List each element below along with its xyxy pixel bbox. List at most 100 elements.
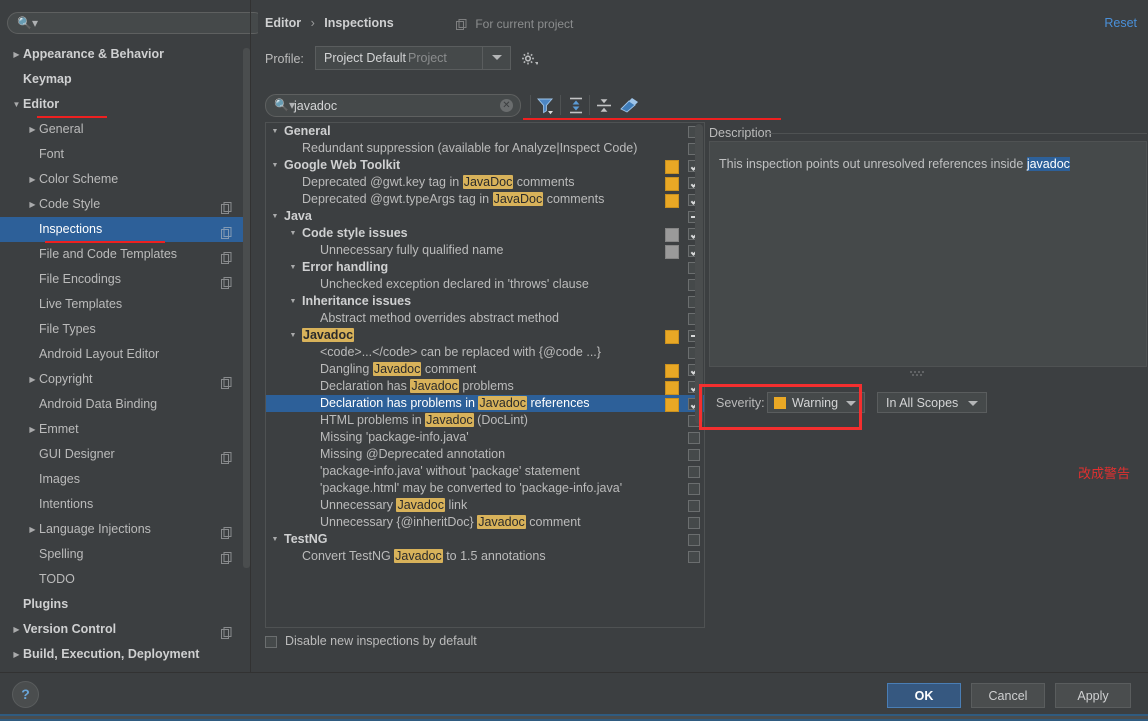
sidebar-item-language-injections[interactable]: ▶Language Injections bbox=[0, 517, 250, 542]
chevron-right-icon[interactable]: ▶ bbox=[26, 367, 39, 392]
inspection-row[interactable]: Unnecessary {@inheritDoc} Javadoc commen… bbox=[266, 514, 704, 531]
sidebar-item-todo[interactable]: TODO bbox=[0, 567, 250, 592]
sidebar-item-font[interactable]: Font bbox=[0, 142, 250, 167]
sidebar-item-file-types[interactable]: File Types bbox=[0, 317, 250, 342]
copy-settings-icon[interactable] bbox=[221, 223, 232, 235]
inspection-row[interactable]: Missing @Deprecated annotation bbox=[266, 446, 704, 463]
sidebar-item-version-control[interactable]: ▶Version Control bbox=[0, 617, 250, 642]
inspection-row[interactable]: Unchecked exception declared in 'throws'… bbox=[266, 276, 704, 293]
copy-settings-icon[interactable] bbox=[221, 248, 232, 260]
chevron-right-icon[interactable]: ▶ bbox=[26, 117, 39, 142]
inspection-row[interactable]: Convert TestNG Javadoc to 1.5 annotation… bbox=[266, 548, 704, 565]
help-button[interactable]: ? bbox=[12, 681, 39, 708]
cancel-button[interactable]: Cancel bbox=[971, 683, 1045, 708]
inspection-row[interactable]: Redundant suppression (available for Ana… bbox=[266, 140, 704, 157]
disable-new-inspections-checkbox[interactable]: Disable new inspections by default bbox=[265, 634, 477, 648]
sidebar-item-images[interactable]: Images bbox=[0, 467, 250, 492]
chevron-right-icon[interactable]: ▶ bbox=[26, 192, 39, 217]
chevron-right-icon[interactable]: ▶ bbox=[26, 167, 39, 192]
copy-settings-icon[interactable] bbox=[221, 448, 232, 460]
inspection-row[interactable]: Deprecated @gwt.typeArgs tag in JavaDoc … bbox=[266, 191, 704, 208]
inspection-enabled-checkbox[interactable] bbox=[688, 500, 700, 512]
inspection-tree[interactable]: ▼GeneralRedundant suppression (available… bbox=[265, 122, 705, 628]
sidebar-item-spelling[interactable]: Spelling bbox=[0, 542, 250, 567]
inspection-row[interactable]: 'package-info.java' without 'package' st… bbox=[266, 463, 704, 480]
tree-scrollbar[interactable] bbox=[695, 124, 703, 424]
sidebar-item-build-execution-deployment[interactable]: ▶Build, Execution, Deployment bbox=[0, 642, 250, 664]
inspection-group-row[interactable]: ▼General bbox=[266, 123, 704, 140]
clear-search-icon[interactable]: ✕ bbox=[500, 99, 513, 112]
chevron-down-icon[interactable]: ▼ bbox=[288, 327, 298, 344]
sidebar-item-gui-designer[interactable]: GUI Designer bbox=[0, 442, 250, 467]
chevron-right-icon[interactable]: ▶ bbox=[26, 417, 39, 442]
reset-filter-icon[interactable] bbox=[618, 95, 640, 116]
copy-settings-icon[interactable] bbox=[221, 548, 232, 560]
inspection-enabled-checkbox[interactable] bbox=[688, 517, 700, 529]
inspection-group-row[interactable]: ▼TestNG bbox=[266, 531, 704, 548]
chevron-down-icon[interactable]: ▼ bbox=[270, 208, 280, 225]
sidebar-item-general[interactable]: ▶General bbox=[0, 117, 250, 142]
copy-settings-icon[interactable] bbox=[221, 273, 232, 285]
inspection-row[interactable]: Deprecated @gwt.key tag in JavaDoc comme… bbox=[266, 174, 704, 191]
inspection-enabled-checkbox[interactable] bbox=[688, 551, 700, 563]
sidebar-item-live-templates[interactable]: Live Templates bbox=[0, 292, 250, 317]
chevron-down-icon[interactable]: ▼ bbox=[10, 92, 23, 117]
inspection-enabled-checkbox[interactable] bbox=[688, 466, 700, 478]
chevron-right-icon[interactable]: ▶ bbox=[10, 42, 23, 67]
inspection-row[interactable]: <code>...</code> can be replaced with {@… bbox=[266, 344, 704, 361]
apply-button[interactable]: Apply bbox=[1055, 683, 1131, 708]
chevron-down-icon[interactable] bbox=[968, 401, 978, 406]
inspection-row[interactable]: Unnecessary fully qualified name bbox=[266, 242, 704, 259]
sidebar-item-intentions[interactable]: Intentions bbox=[0, 492, 250, 517]
collapse-all-icon[interactable] bbox=[593, 95, 615, 116]
sidebar-item-editor[interactable]: ▼Editor bbox=[0, 92, 250, 117]
ok-button[interactable]: OK bbox=[887, 683, 961, 708]
sidebar-item-code-style[interactable]: ▶Code Style bbox=[0, 192, 250, 217]
chevron-down-icon[interactable] bbox=[492, 55, 502, 60]
inspection-enabled-checkbox[interactable] bbox=[688, 432, 700, 444]
chevron-down-icon[interactable]: ▼ bbox=[270, 531, 280, 548]
scope-combobox[interactable]: In All Scopes bbox=[877, 392, 987, 413]
inspection-group-row[interactable]: ▼Code style issues bbox=[266, 225, 704, 242]
sidebar-item-android-layout-editor[interactable]: Android Layout Editor bbox=[0, 342, 250, 367]
sidebar-scrollbar[interactable] bbox=[243, 48, 250, 568]
inspection-row[interactable]: 'package.html' may be converted to 'pack… bbox=[266, 480, 704, 497]
chevron-right-icon[interactable]: ▶ bbox=[26, 517, 39, 542]
chevron-right-icon[interactable]: ▶ bbox=[10, 642, 23, 664]
inspection-row[interactable]: Declaration has Javadoc problems bbox=[266, 378, 704, 395]
chevron-down-icon[interactable]: ▼ bbox=[288, 225, 298, 242]
inspection-group-row[interactable]: ▼Google Web Toolkit bbox=[266, 157, 704, 174]
inspection-enabled-checkbox[interactable] bbox=[688, 534, 700, 546]
sidebar-item-color-scheme[interactable]: ▶Color Scheme bbox=[0, 167, 250, 192]
expand-all-icon[interactable] bbox=[565, 95, 587, 116]
sidebar-search-input[interactable]: 🔍▾ bbox=[7, 12, 265, 34]
sidebar-item-copyright[interactable]: ▶Copyright bbox=[0, 367, 250, 392]
inspection-enabled-checkbox[interactable] bbox=[688, 449, 700, 461]
filter-funnel-icon[interactable] bbox=[535, 95, 557, 116]
chevron-down-icon[interactable]: ▼ bbox=[270, 123, 280, 140]
inspection-row[interactable]: Declaration has problems in Javadoc refe… bbox=[266, 395, 704, 412]
sidebar-item-inspections[interactable]: Inspections bbox=[0, 217, 250, 242]
sidebar-item-appearance-behavior[interactable]: ▶Appearance & Behavior bbox=[0, 42, 250, 67]
chevron-down-icon[interactable]: ▼ bbox=[288, 293, 298, 310]
splitter-grip[interactable] bbox=[910, 371, 928, 376]
inspection-row[interactable]: Dangling Javadoc comment bbox=[266, 361, 704, 378]
inspection-enabled-checkbox[interactable] bbox=[688, 483, 700, 495]
chevron-down-icon[interactable]: ▼ bbox=[270, 157, 280, 174]
profile-combobox[interactable]: Project Default Project bbox=[315, 46, 511, 70]
sidebar-item-file-and-code-templates[interactable]: File and Code Templates bbox=[0, 242, 250, 267]
copy-settings-icon[interactable] bbox=[221, 198, 232, 210]
inspection-row[interactable]: Missing 'package-info.java' bbox=[266, 429, 704, 446]
inspection-group-row[interactable]: ▼Java bbox=[266, 208, 704, 225]
copy-settings-icon[interactable] bbox=[221, 373, 232, 385]
inspection-group-row[interactable]: ▼Error handling bbox=[266, 259, 704, 276]
inspection-group-row[interactable]: ▼Inheritance issues bbox=[266, 293, 704, 310]
copy-settings-icon[interactable] bbox=[221, 523, 232, 535]
inspection-row[interactable]: HTML problems in Javadoc (DocLint) bbox=[266, 412, 704, 429]
chevron-right-icon[interactable]: ▶ bbox=[10, 617, 23, 642]
inspection-search-input[interactable]: 🔍▾ javadoc ✕ bbox=[265, 94, 521, 117]
sidebar-item-plugins[interactable]: Plugins bbox=[0, 592, 250, 617]
chevron-down-icon[interactable]: ▼ bbox=[288, 259, 298, 276]
inspection-row[interactable]: Unnecessary Javadoc link bbox=[266, 497, 704, 514]
sidebar-item-emmet[interactable]: ▶Emmet bbox=[0, 417, 250, 442]
